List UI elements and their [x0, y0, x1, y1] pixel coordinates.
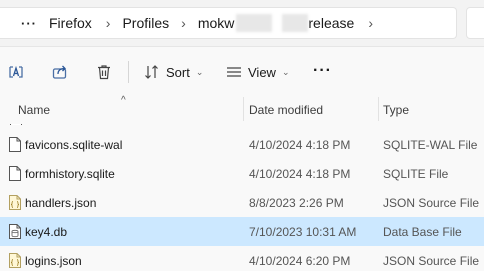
column-header-name[interactable]: Name [18, 103, 50, 117]
file-name: logins.json [25, 254, 82, 268]
delete-icon[interactable] [93, 61, 115, 83]
command-bar: Sort ⌄ View ⌄ ··· [0, 48, 484, 95]
file-date-modified: 4/10/2024 4:18 PM [249, 138, 351, 152]
file-type: SQLITE File [383, 167, 449, 181]
search-box[interactable] [466, 7, 484, 39]
share-icon[interactable] [49, 61, 71, 83]
chevron-down-icon: ⌄ [195, 66, 204, 77]
file-row[interactable]: formhistory.sqlite 4/10/2024 4:18 PM SQLIT… [0, 159, 484, 188]
command-bar-divider [128, 61, 129, 83]
file-type: JSON Source File [383, 196, 480, 210]
file-date-modified: 4/10/2024 6:20 PM [249, 254, 351, 268]
file-row[interactable]: key4.db 7/10/2023 10:31 AM Data Base File [0, 217, 484, 246]
profile-folder-name-end: release [308, 15, 355, 31]
file-row[interactable]: favicons.sqlite-wal 4/10/2024 4:18 PM SQLI… [0, 130, 484, 159]
json-file-icon [9, 195, 21, 210]
column-header-date-modified[interactable]: Date modified [249, 103, 323, 117]
file-name: handlers.json [25, 196, 97, 210]
breadcrumb-separator-icon[interactable]: › [368, 15, 373, 31]
redacted-region [282, 14, 309, 32]
breadcrumb-separator-icon[interactable]: › [181, 15, 186, 31]
view-label: View [248, 64, 276, 80]
view-button[interactable]: View ⌄ [226, 61, 290, 83]
view-icon [227, 67, 241, 77]
file-type: SQLITE-WAL File [383, 138, 478, 152]
file-row[interactable]: handlers.json 8/8/2023 2:26 PM JSON Source… [0, 188, 484, 217]
file-name: favicons.sqlite-wal [25, 138, 123, 152]
sort-ascending-icon: ^ [121, 95, 126, 106]
address-bar: ··· Firefox › Profiles › mokw release › [0, 0, 484, 47]
sort-icon [145, 65, 158, 79]
json-file-icon [9, 253, 21, 268]
file-name: formhistory.sqlite [25, 167, 115, 181]
file-name: key4.db [25, 225, 68, 239]
sort-button[interactable]: Sort ⌄ [144, 61, 203, 83]
breadcrumb-separator-icon[interactable]: › [106, 15, 111, 31]
database-file-icon [9, 224, 21, 239]
file-date-modified: 4/10/2024 4:18 PM [249, 167, 351, 181]
blank-file-icon [9, 166, 21, 181]
breadcrumb-item-profile-folder[interactable]: mokw release [198, 14, 354, 32]
column-resize-handle[interactable] [243, 97, 244, 121]
file-row[interactable]: logins.json 4/10/2024 6:20 PM JSON Source … [0, 246, 484, 271]
profile-folder-name-start: mokw [197, 15, 235, 31]
breadcrumb-overflow-button[interactable]: ··· [21, 16, 37, 31]
breadcrumb[interactable]: ··· Firefox › Profiles › mokw release › [0, 7, 457, 39]
file-date-modified: 8/8/2023 2:26 PM [249, 196, 344, 210]
file-date-modified: 7/10/2023 10:31 AM [249, 225, 357, 239]
partial-row-above [10, 119, 484, 125]
chevron-down-icon: ⌄ [281, 66, 290, 77]
sort-label: Sort [166, 64, 190, 80]
file-type: JSON Source File [383, 254, 480, 268]
breadcrumb-item-profiles[interactable]: Profiles [122, 15, 169, 31]
more-options-button[interactable]: ··· [313, 62, 332, 80]
copy-path-icon[interactable] [5, 61, 27, 83]
column-resize-handle[interactable] [378, 97, 379, 121]
column-header-type[interactable]: Type [383, 103, 409, 117]
file-type: Data Base File [383, 225, 462, 239]
blank-file-icon [10, 124, 22, 125]
breadcrumb-item-firefox[interactable]: Firefox [49, 15, 92, 31]
blank-file-icon [9, 137, 21, 152]
redacted-region [236, 14, 273, 32]
